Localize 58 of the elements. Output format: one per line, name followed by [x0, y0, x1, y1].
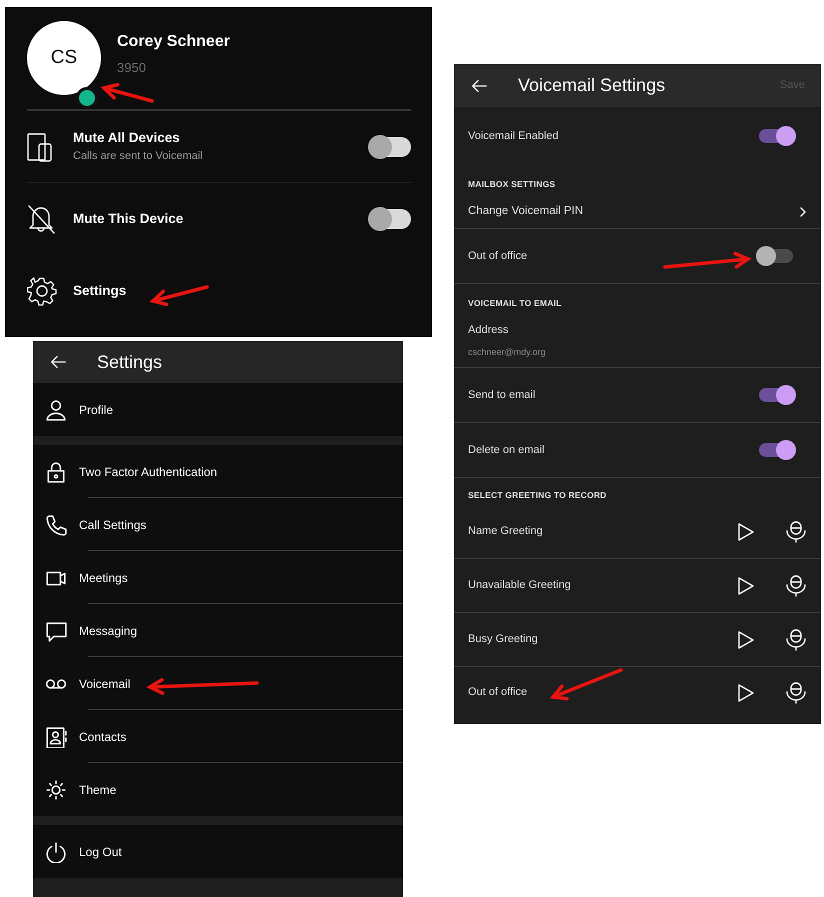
toggle-switch[interactable]	[759, 388, 793, 402]
greeting-name: Name Greeting	[468, 524, 543, 540]
settings-item[interactable]: Contacts	[33, 710, 403, 763]
setting-label: Delete on email	[468, 442, 544, 458]
settings-item[interactable]: Profile	[33, 383, 403, 436]
field-label: Address	[468, 322, 508, 338]
toggle-switch[interactable]	[759, 129, 793, 143]
email-address: cschneer@mdy.org	[468, 346, 546, 359]
microphone-icon[interactable]	[785, 682, 807, 704]
settings-item[interactable]: Two Factor Authentication	[33, 445, 403, 498]
toggle-switch[interactable]	[759, 443, 793, 457]
bell-off-icon	[27, 203, 57, 235]
settings-item[interactable]: Log Out	[33, 825, 403, 878]
power-icon	[45, 840, 67, 862]
annotation-arrow	[149, 285, 209, 306]
toggle-switch[interactable]	[371, 209, 411, 229]
annotation-arrow	[100, 82, 154, 103]
setting-label: Send to email	[468, 388, 536, 403]
chevron-right-icon[interactable]	[799, 206, 807, 218]
microphone-icon[interactable]	[785, 520, 807, 542]
setting-label: Out of office	[468, 248, 528, 264]
section-header: MAILBOX SETTINGS	[468, 178, 556, 190]
toggle-switch[interactable]	[371, 136, 411, 156]
screen-title: Settings	[97, 350, 162, 374]
play-icon[interactable]	[737, 522, 755, 542]
lock-icon	[45, 460, 67, 482]
settings-item[interactable]: Messaging	[33, 604, 403, 657]
toggle-switch[interactable]	[759, 249, 793, 263]
section-header: VOICEMAIL TO EMAIL	[468, 296, 562, 310]
section-header: SELECT GREETING TO RECORD	[468, 489, 606, 502]
microphone-icon[interactable]	[785, 628, 807, 650]
settings-item[interactable]: Meetings	[33, 551, 403, 604]
greeting-name: Unavailable Greeting	[468, 578, 571, 594]
settings-item[interactable]: Theme	[33, 763, 403, 816]
menu-item-description: Calls are sent to Voicemail	[73, 149, 203, 164]
screen-title: Voicemail Settings	[518, 74, 666, 97]
greeting-name: Busy Greeting	[468, 632, 538, 648]
play-icon[interactable]	[737, 630, 755, 650]
greeting-name: Out of office	[468, 685, 528, 700]
settings-item[interactable]: Call Settings	[33, 498, 403, 551]
contact-card-icon	[45, 726, 67, 748]
settings-icon	[27, 276, 57, 308]
settings-link[interactable]: Change Voicemail PIN	[468, 202, 584, 220]
settings-link[interactable]: Settings	[73, 281, 126, 302]
microphone-icon[interactable]	[785, 574, 807, 596]
play-icon[interactable]	[737, 682, 755, 702]
person-icon	[45, 398, 67, 420]
settings-item[interactable]: Voicemail	[33, 657, 403, 710]
menu-item-label: Mute All Devices	[73, 129, 180, 148]
play-icon[interactable]	[737, 576, 755, 596]
menu-item-label: Mute This Device	[73, 210, 184, 228]
chat-icon	[45, 620, 67, 642]
extension-number: 3950	[117, 59, 147, 78]
sun-icon	[45, 778, 67, 800]
phone-icon	[45, 514, 67, 536]
setting-label: Voicemail Enabled	[468, 128, 559, 144]
status-dot	[76, 87, 98, 109]
user-name: Corey Schneer	[117, 32, 230, 52]
